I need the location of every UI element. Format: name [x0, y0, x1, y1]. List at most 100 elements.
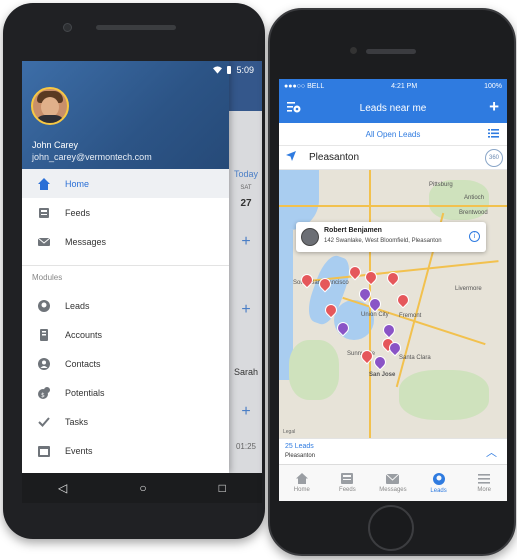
- list-view-icon[interactable]: [488, 129, 499, 140]
- checkmark-icon: [37, 415, 51, 429]
- messages-icon: [37, 235, 51, 249]
- android-nav-bar: ◁ ○ □: [22, 473, 262, 503]
- svg-text:$: $: [41, 392, 45, 399]
- location-arrow-icon[interactable]: [286, 151, 296, 164]
- tab-home[interactable]: Home: [279, 465, 325, 501]
- tab-label: Leads: [430, 487, 447, 494]
- navigation-drawer: John Carey john_carey@vermontech.com Hom…: [22, 61, 229, 473]
- lead-avatar: [301, 228, 319, 246]
- add-button[interactable]: +: [231, 403, 261, 421]
- location-search-field[interactable]: Pleasanton 360: [279, 146, 507, 170]
- drawer-item-accounts[interactable]: Accounts: [22, 320, 229, 349]
- messages-icon: [386, 473, 400, 484]
- front-camera: [350, 47, 357, 54]
- drawer-item-leads[interactable]: Leads: [22, 291, 229, 320]
- drawer-item-label: Tasks: [65, 416, 89, 427]
- user-name: John Carey: [32, 140, 79, 150]
- page-title: Leads near me: [359, 102, 427, 114]
- add-button[interactable]: +: [231, 301, 261, 319]
- ios-tab-bar: Home Feeds Messages Leads More: [279, 464, 507, 501]
- contacts-icon: [37, 357, 51, 371]
- weekday-label: SAT: [240, 185, 252, 191]
- map-water: [279, 170, 319, 230]
- drawer-item-tasks[interactable]: Tasks: [22, 407, 229, 436]
- front-camera: [63, 23, 72, 32]
- home-icon: [37, 177, 51, 191]
- lead-name: Robert Benjamen: [324, 227, 382, 234]
- drawer-item-potentials[interactable]: $ Potentials: [22, 378, 229, 407]
- accounts-icon: [37, 328, 51, 342]
- map-city-label: Livermore: [455, 286, 482, 292]
- filter-settings-icon[interactable]: [287, 101, 301, 117]
- add-icon[interactable]: +: [489, 97, 499, 117]
- lead-map-pin[interactable]: [362, 268, 380, 286]
- map-city-label: Fremont: [399, 313, 422, 319]
- tab-messages[interactable]: Messages: [370, 465, 416, 501]
- home-circle-icon[interactable]: ○: [139, 481, 146, 495]
- drawer-item-label: Potentials: [65, 387, 105, 398]
- drawer-item-home[interactable]: Home: [22, 169, 229, 198]
- leads-location: Pleasanton: [285, 453, 316, 459]
- map-city-label: Antioch: [464, 195, 485, 201]
- modules-heading: Modules: [32, 273, 63, 282]
- android-screen: 5:09 Today SAT 27 + + Sarah + 01:25 John…: [22, 61, 262, 473]
- leads-map[interactable]: Pittsburg Antioch Brentwood Livermore So…: [279, 170, 507, 438]
- event-time: 01:25: [235, 442, 257, 451]
- drawer-item-contacts[interactable]: Contacts: [22, 349, 229, 378]
- lead-callout[interactable]: Robert Benjamen 142 Swanlake, West Bloom…: [296, 222, 486, 252]
- calendar-icon: [37, 444, 51, 458]
- drawer-item-events[interactable]: Events: [22, 436, 229, 465]
- iphone-screen: ●●●○○ BELL 4:21 PM 100% Leads near me + …: [279, 79, 507, 501]
- drawer-item-label: Events: [65, 445, 93, 456]
- map-park: [289, 340, 339, 400]
- ios-time: 4:21 PM: [391, 82, 418, 90]
- map-park: [399, 370, 489, 420]
- chevron-up-icon[interactable]: ︿: [486, 444, 497, 460]
- carrier: ●●●○○ BELL: [284, 82, 325, 90]
- android-status-bar: 5:09: [22, 61, 262, 79]
- signal-icon: [227, 66, 232, 74]
- lead-filter-dropdown[interactable]: All Open Leads: [279, 123, 507, 146]
- drawer-item-label: Messages: [65, 236, 107, 247]
- lead-map-pin[interactable]: [380, 321, 398, 339]
- avatar[interactable]: [31, 87, 69, 125]
- drawer-item-label: Home: [65, 178, 90, 189]
- earpiece: [366, 49, 416, 54]
- drawer-item-messages[interactable]: Messages: [22, 227, 229, 256]
- leads-icon: [432, 472, 445, 485]
- background-content: Today SAT 27 + + Sarah + 01:25: [227, 61, 262, 473]
- battery-level: 100%: [484, 82, 502, 90]
- tab-label: Messages: [379, 486, 407, 493]
- android-phone: 5:09 Today SAT 27 + + Sarah + 01:25 John…: [3, 3, 265, 539]
- map-legal-link[interactable]: Legal: [283, 429, 295, 435]
- map-city-label: San Jose: [369, 372, 396, 378]
- drawer-item-label: Leads: [65, 300, 90, 311]
- ios-nav-bar: Leads near me +: [279, 93, 507, 123]
- drawer-item-feeds[interactable]: Feeds: [22, 198, 229, 227]
- potentials-icon: $: [37, 386, 51, 400]
- tab-leads[interactable]: Leads: [416, 465, 462, 501]
- info-icon[interactable]: i: [469, 231, 480, 242]
- location-value: Pleasanton: [309, 152, 360, 163]
- tab-feeds[interactable]: Feeds: [325, 465, 371, 501]
- feeds-icon: [341, 473, 354, 484]
- leads-summary-bar[interactable]: 25 Leads Pleasanton ︿: [279, 438, 507, 464]
- wifi-icon: [213, 66, 223, 74]
- home-button[interactable]: [368, 505, 414, 551]
- contact-name: Sarah: [233, 367, 259, 377]
- ios-status-bar: ●●●○○ BELL 4:21 PM 100%: [279, 79, 507, 93]
- iphone: ●●●○○ BELL 4:21 PM 100% Leads near me + …: [268, 8, 516, 556]
- tab-more[interactable]: More: [461, 465, 507, 501]
- add-button[interactable]: +: [231, 233, 261, 251]
- recents-icon[interactable]: □: [219, 481, 226, 495]
- map-city-label: Santa Clara: [399, 355, 431, 361]
- drawer-divider: [22, 265, 229, 266]
- home-icon: [295, 473, 308, 484]
- drawer-item-label: Accounts: [65, 329, 103, 340]
- radius-360-button[interactable]: 360: [485, 149, 503, 167]
- back-icon[interactable]: ◁: [58, 481, 67, 495]
- drawer-item-label: Contacts: [65, 358, 101, 369]
- map-city-label: Pittsburg: [429, 182, 453, 188]
- lead-map-pin[interactable]: [394, 291, 412, 309]
- feeds-icon: [37, 206, 51, 220]
